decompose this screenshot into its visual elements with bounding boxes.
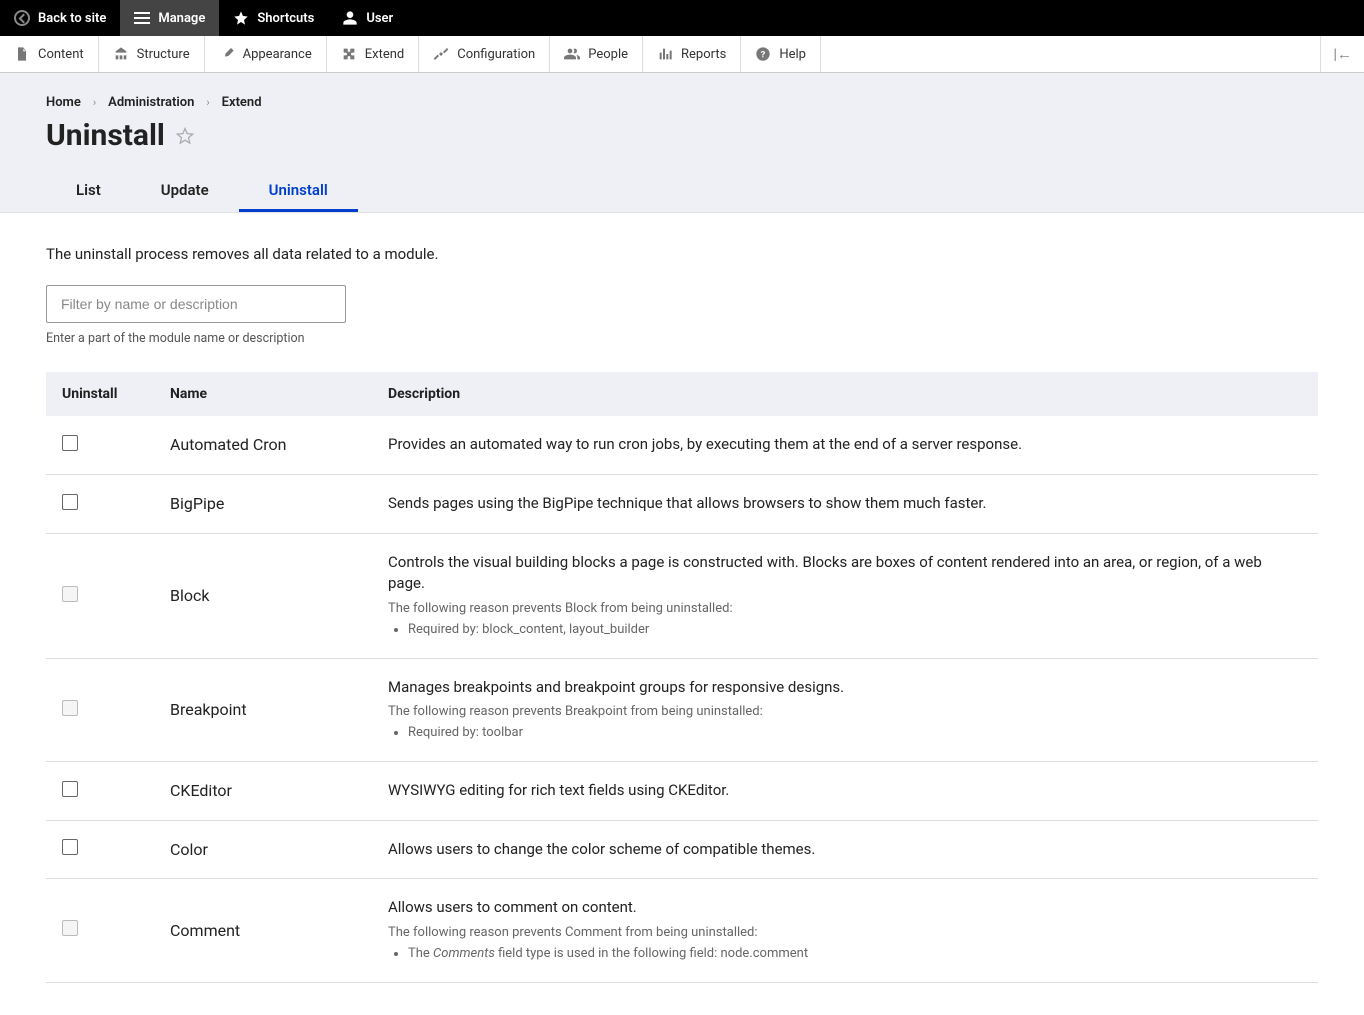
collapse-sidebar-button[interactable]: |←: [1320, 36, 1364, 72]
help-icon: ?: [755, 46, 771, 62]
page-title: Uninstall: [46, 118, 1318, 153]
uninstall-checkbox: [62, 700, 78, 716]
page-header: Home › Administration › Extend Uninstall…: [0, 73, 1364, 213]
svg-text:?: ?: [761, 49, 766, 60]
manage-label: Manage: [158, 11, 205, 26]
tools-icon: [433, 46, 449, 62]
module-description: Controls the visual building blocks a pa…: [388, 552, 1302, 596]
shortcuts-button[interactable]: Shortcuts: [219, 0, 328, 36]
shortcuts-label: Shortcuts: [257, 11, 314, 26]
menu-icon: [134, 12, 150, 24]
tabs: List Update Uninstall: [46, 171, 1318, 212]
module-name: BigPipe: [170, 494, 224, 513]
content: The uninstall process removes all data r…: [0, 213, 1364, 1015]
menu-reports[interactable]: Reports: [643, 36, 741, 72]
chevron-right-icon: ›: [206, 96, 209, 109]
menu-people[interactable]: People: [550, 36, 643, 72]
star-icon: [233, 10, 249, 26]
uninstall-checkbox[interactable]: [62, 494, 78, 510]
th-name: Name: [154, 372, 372, 416]
collapse-icon: |←: [1333, 45, 1352, 63]
user-label: User: [366, 11, 393, 26]
user-icon: [342, 10, 358, 26]
module-description: Provides an automated way to run cron jo…: [388, 434, 1302, 456]
puzzle-icon: [341, 46, 357, 62]
filter-input[interactable]: [46, 285, 346, 323]
tab-update[interactable]: Update: [131, 171, 239, 212]
module-description: Allows users to change the color scheme …: [388, 839, 1302, 861]
menu-content[interactable]: Content: [0, 36, 99, 72]
wrench-icon: [219, 46, 235, 62]
module-name: Color: [170, 840, 208, 859]
breadcrumb-home[interactable]: Home: [46, 95, 81, 110]
modules-table: Uninstall Name Description Automated Cro…: [46, 372, 1318, 983]
people-icon: [564, 46, 580, 62]
table-row: Automated Cron Provides an automated way …: [46, 416, 1318, 474]
th-description: Description: [372, 372, 1318, 416]
tab-uninstall[interactable]: Uninstall: [239, 171, 358, 212]
uninstall-checkbox: [62, 586, 78, 602]
table-row: Color Allows users to change the color sc…: [46, 820, 1318, 879]
menu-help[interactable]: ? Help: [741, 36, 821, 72]
back-to-site-button[interactable]: Back to site: [0, 0, 120, 36]
table-row: Comment Allows users to comment on conten…: [46, 879, 1318, 982]
user-button[interactable]: User: [328, 0, 407, 36]
module-description: Manages breakpoints and breakpoint group…: [388, 677, 1302, 699]
table-row: BigPipe Sends pages using the BigPipe tec…: [46, 474, 1318, 533]
module-name: Breakpoint: [170, 700, 247, 719]
breadcrumb: Home › Administration › Extend: [46, 95, 1318, 110]
menu-appearance[interactable]: Appearance: [205, 36, 327, 72]
tab-list[interactable]: List: [46, 171, 131, 212]
uninstall-checkbox[interactable]: [62, 781, 78, 797]
table-row: Breakpoint Manages breakpoints and breakp…: [46, 658, 1318, 761]
toolbar: Back to site Manage Shortcuts User: [0, 0, 1364, 36]
uninstall-checkbox[interactable]: [62, 839, 78, 855]
table-row: CKEditor WYSIWYG editing for rich text fi…: [46, 761, 1318, 820]
breadcrumb-extend[interactable]: Extend: [222, 95, 262, 110]
prevent-reason: The following reason prevents Comment fr…: [388, 925, 1302, 964]
intro-text: The uninstall process removes all data r…: [46, 245, 1318, 263]
star-outline-icon[interactable]: [175, 126, 195, 146]
menu-extend[interactable]: Extend: [327, 36, 420, 72]
module-name: Automated Cron: [170, 435, 286, 454]
module-description: Allows users to comment on content.: [388, 897, 1302, 919]
module-description: WYSIWYG editing for rich text fields usi…: [388, 780, 1302, 802]
structure-icon: [113, 46, 129, 62]
admin-menu: Content Structure Appearance Extend Conf…: [0, 36, 1364, 73]
uninstall-checkbox: [62, 920, 78, 936]
file-icon: [14, 46, 30, 62]
back-icon: [14, 10, 30, 26]
module-name: Comment: [170, 921, 240, 940]
prevent-reason: The following reason prevents Block from…: [388, 601, 1302, 640]
module-name: Block: [170, 586, 209, 605]
menu-configuration[interactable]: Configuration: [419, 36, 550, 72]
breadcrumb-admin[interactable]: Administration: [108, 95, 194, 110]
menu-structure[interactable]: Structure: [99, 36, 205, 72]
manage-button[interactable]: Manage: [120, 0, 219, 36]
uninstall-checkbox[interactable]: [62, 435, 78, 451]
chart-icon: [657, 46, 673, 62]
chevron-right-icon: ›: [93, 96, 96, 109]
filter-help: Enter a part of the module name or descr…: [46, 331, 1318, 346]
prevent-reason: The following reason prevents Breakpoint…: [388, 704, 1302, 743]
module-name: CKEditor: [170, 781, 232, 800]
back-label: Back to site: [38, 11, 106, 26]
table-row: Block Controls the visual building blocks…: [46, 533, 1318, 658]
th-uninstall: Uninstall: [46, 372, 154, 416]
module-description: Sends pages using the BigPipe technique …: [388, 493, 1302, 515]
